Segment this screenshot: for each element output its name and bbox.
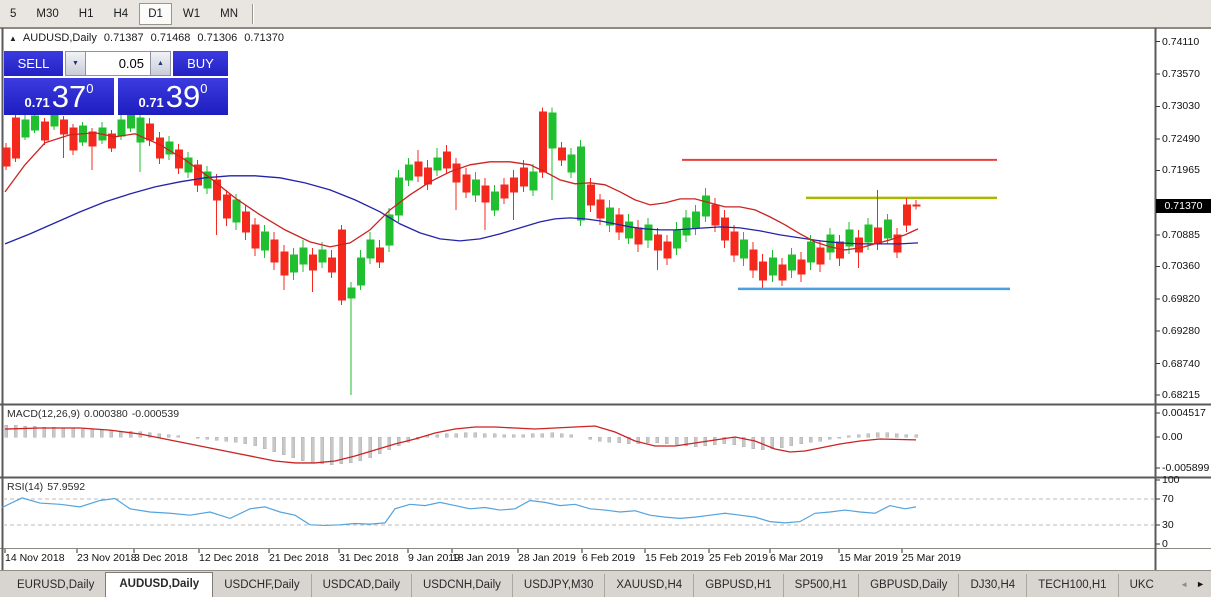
macd-axis-label: 0.00 bbox=[1162, 431, 1183, 443]
buy-price-point: 0 bbox=[200, 81, 208, 96]
symbol-title: AUDUSD,Daily bbox=[22, 32, 97, 44]
macd-signal-value: -0.000539 bbox=[131, 408, 180, 420]
macd-indicator-label: MACD(12,26,9) 0.000380 -0.000539 bbox=[7, 408, 183, 420]
one-click-trading-widget: SELL ▼ 0.05 ▲ BUY 0.71 37 0 0.71 39 0 bbox=[4, 51, 228, 115]
chart-tab-eurusd-daily[interactable]: EURUSD,Daily bbox=[6, 574, 105, 597]
chart-title: ▲ AUDUSD,Daily 0.71387 0.71468 0.71306 0.7137… bbox=[9, 32, 284, 44]
timeframe-button-m30[interactable]: M30 bbox=[27, 3, 67, 25]
chart-tab-ukc[interactable]: UKC bbox=[1117, 574, 1165, 597]
price-axis-label: 0.71965 bbox=[1162, 164, 1200, 177]
chart-tab-usdcad-daily[interactable]: USDCAD,Daily bbox=[310, 574, 411, 597]
chart-tab-bar: EURUSD,Daily AUDUSD,Daily USDCHF,Daily USDC… bbox=[0, 570, 1211, 597]
sell-button[interactable]: SELL bbox=[4, 51, 63, 76]
macd-main-value: 0.000380 bbox=[83, 408, 128, 420]
macd-axis-label: -0.005899 bbox=[1162, 462, 1210, 475]
date-label: 15 Feb 2019 bbox=[645, 552, 704, 564]
date-label: 6 Mar 2019 bbox=[770, 552, 824, 564]
date-label: 14 Nov 2018 bbox=[5, 552, 65, 564]
date-label: 6 Feb 2019 bbox=[582, 552, 636, 564]
rsi-axis-label: 100 bbox=[1162, 474, 1180, 486]
chart-tab-usdchf-daily[interactable]: USDCHF,Daily bbox=[213, 574, 310, 597]
rsi-value: 57.9592 bbox=[47, 481, 86, 493]
price-axis-label: 0.73570 bbox=[1162, 68, 1200, 81]
rsi-axis-label: 70 bbox=[1162, 493, 1174, 506]
chart-tab-usdcnh-daily[interactable]: USDCNH,Daily bbox=[410, 574, 512, 597]
date-label: 3 Dec 2018 bbox=[134, 552, 188, 564]
price-axis-label: 0.68740 bbox=[1162, 357, 1200, 370]
rsi-panel[interactable] bbox=[3, 479, 1155, 548]
chart-tab-audusd-daily[interactable]: AUDUSD,Daily bbox=[105, 572, 214, 597]
chart-tab-sp500-h1[interactable]: SP500,H1 bbox=[782, 574, 858, 597]
collapse-triangle-icon[interactable]: ▲ bbox=[9, 34, 17, 43]
rsi-indicator-label: RSI(14) 57.9592 bbox=[7, 481, 89, 493]
current-price-tag: 0.71370 bbox=[1156, 198, 1211, 213]
date-label: 18 Jan 2019 bbox=[452, 552, 510, 564]
ohlc-high: 0.71468 bbox=[150, 32, 191, 44]
price-axis-label: 0.69280 bbox=[1162, 325, 1200, 338]
toolbar-separator bbox=[252, 3, 255, 24]
date-label: 31 Dec 2018 bbox=[339, 552, 399, 564]
chevron-up-icon: ▲ bbox=[157, 60, 164, 67]
date-label: 12 Dec 2018 bbox=[199, 552, 259, 564]
price-axis-label: 0.74110 bbox=[1162, 35, 1200, 48]
price-axis-label: 0.72490 bbox=[1162, 132, 1200, 145]
buy-price-prefix: 0.71 bbox=[138, 95, 164, 110]
ohlc-close: 0.71370 bbox=[244, 32, 284, 44]
price-axis-label: 0.68215 bbox=[1162, 389, 1200, 401]
price-axis-label: 0.70360 bbox=[1162, 260, 1200, 273]
ohlc-low: 0.71306 bbox=[197, 32, 238, 44]
price-axis-label: 0.69820 bbox=[1162, 292, 1200, 305]
timeframe-button-mn[interactable]: MN bbox=[211, 3, 247, 25]
chart-tabs: EURUSD,Daily AUDUSD,Daily USDCHF,Daily USDC… bbox=[0, 571, 1174, 597]
price-axis-label: 0.70885 bbox=[1162, 228, 1200, 241]
chart-tab-usdjpy-m30[interactable]: USDJPY,M30 bbox=[511, 574, 604, 597]
buy-price-pips: 39 bbox=[165, 79, 201, 114]
chart-tab-tech100-h1[interactable]: TECH100,H1 bbox=[1026, 574, 1117, 597]
timeframe-button-h1[interactable]: H1 bbox=[70, 3, 103, 25]
date-label: 23 Nov 2018 bbox=[77, 552, 137, 564]
volume-input[interactable]: 0.05 bbox=[86, 51, 150, 76]
buy-button[interactable]: BUY bbox=[173, 51, 228, 76]
buy-price-quote[interactable]: 0.71 39 0 bbox=[118, 78, 228, 115]
sell-price-prefix: 0.71 bbox=[24, 95, 50, 110]
tabs-scroll-left-icon[interactable]: ◄ bbox=[1180, 580, 1188, 589]
chevron-down-icon: ▼ bbox=[72, 60, 79, 67]
sell-price-pips: 37 bbox=[51, 79, 87, 114]
date-label: 25 Feb 2019 bbox=[709, 552, 768, 564]
chart-tab-xauusd-h4[interactable]: XAUUSD,H4 bbox=[604, 574, 693, 597]
rsi-axis-label: 30 bbox=[1162, 518, 1174, 531]
ohlc-open: 0.71387 bbox=[103, 32, 144, 44]
date-label: 25 Mar 2019 bbox=[902, 552, 961, 564]
timeframe-button-d1[interactable]: D1 bbox=[139, 2, 172, 25]
rsi-name: RSI(14) bbox=[7, 481, 44, 493]
tab-scroll-arrows: ◄ ► bbox=[1174, 571, 1211, 597]
chart-tab-gbpusd-daily[interactable]: GBPUSD,Daily bbox=[858, 574, 958, 597]
date-label: 28 Jan 2019 bbox=[518, 552, 576, 564]
date-label: 15 Mar 2019 bbox=[839, 552, 898, 564]
price-axis-label: 0.73030 bbox=[1162, 100, 1200, 113]
volume-increase-button[interactable]: ▲ bbox=[150, 51, 171, 76]
chart-tab-dj30-h4[interactable]: DJ30,H4 bbox=[958, 574, 1026, 597]
macd-name: MACD(12,26,9) bbox=[7, 408, 80, 420]
timeframe-button-h4[interactable]: H4 bbox=[104, 3, 137, 25]
sell-price-quote[interactable]: 0.71 37 0 bbox=[4, 78, 114, 115]
timeframe-button-5[interactable]: 5 bbox=[1, 3, 25, 25]
sell-price-point: 0 bbox=[86, 81, 94, 96]
timeframe-toolbar: 5 M30 H1 H4 D1 W1 MN bbox=[0, 0, 1211, 28]
timeframe-button-w1[interactable]: W1 bbox=[174, 3, 209, 25]
rsi-axis-label: 0 bbox=[1162, 538, 1168, 550]
chart-tab-gbpusd-h1[interactable]: GBPUSD,H1 bbox=[693, 574, 782, 597]
volume-decrease-button[interactable]: ▼ bbox=[65, 51, 86, 76]
macd-axis-label: 0.004517 bbox=[1162, 407, 1206, 420]
date-label: 21 Dec 2018 bbox=[269, 552, 329, 564]
tabs-scroll-right-icon[interactable]: ► bbox=[1196, 579, 1205, 589]
